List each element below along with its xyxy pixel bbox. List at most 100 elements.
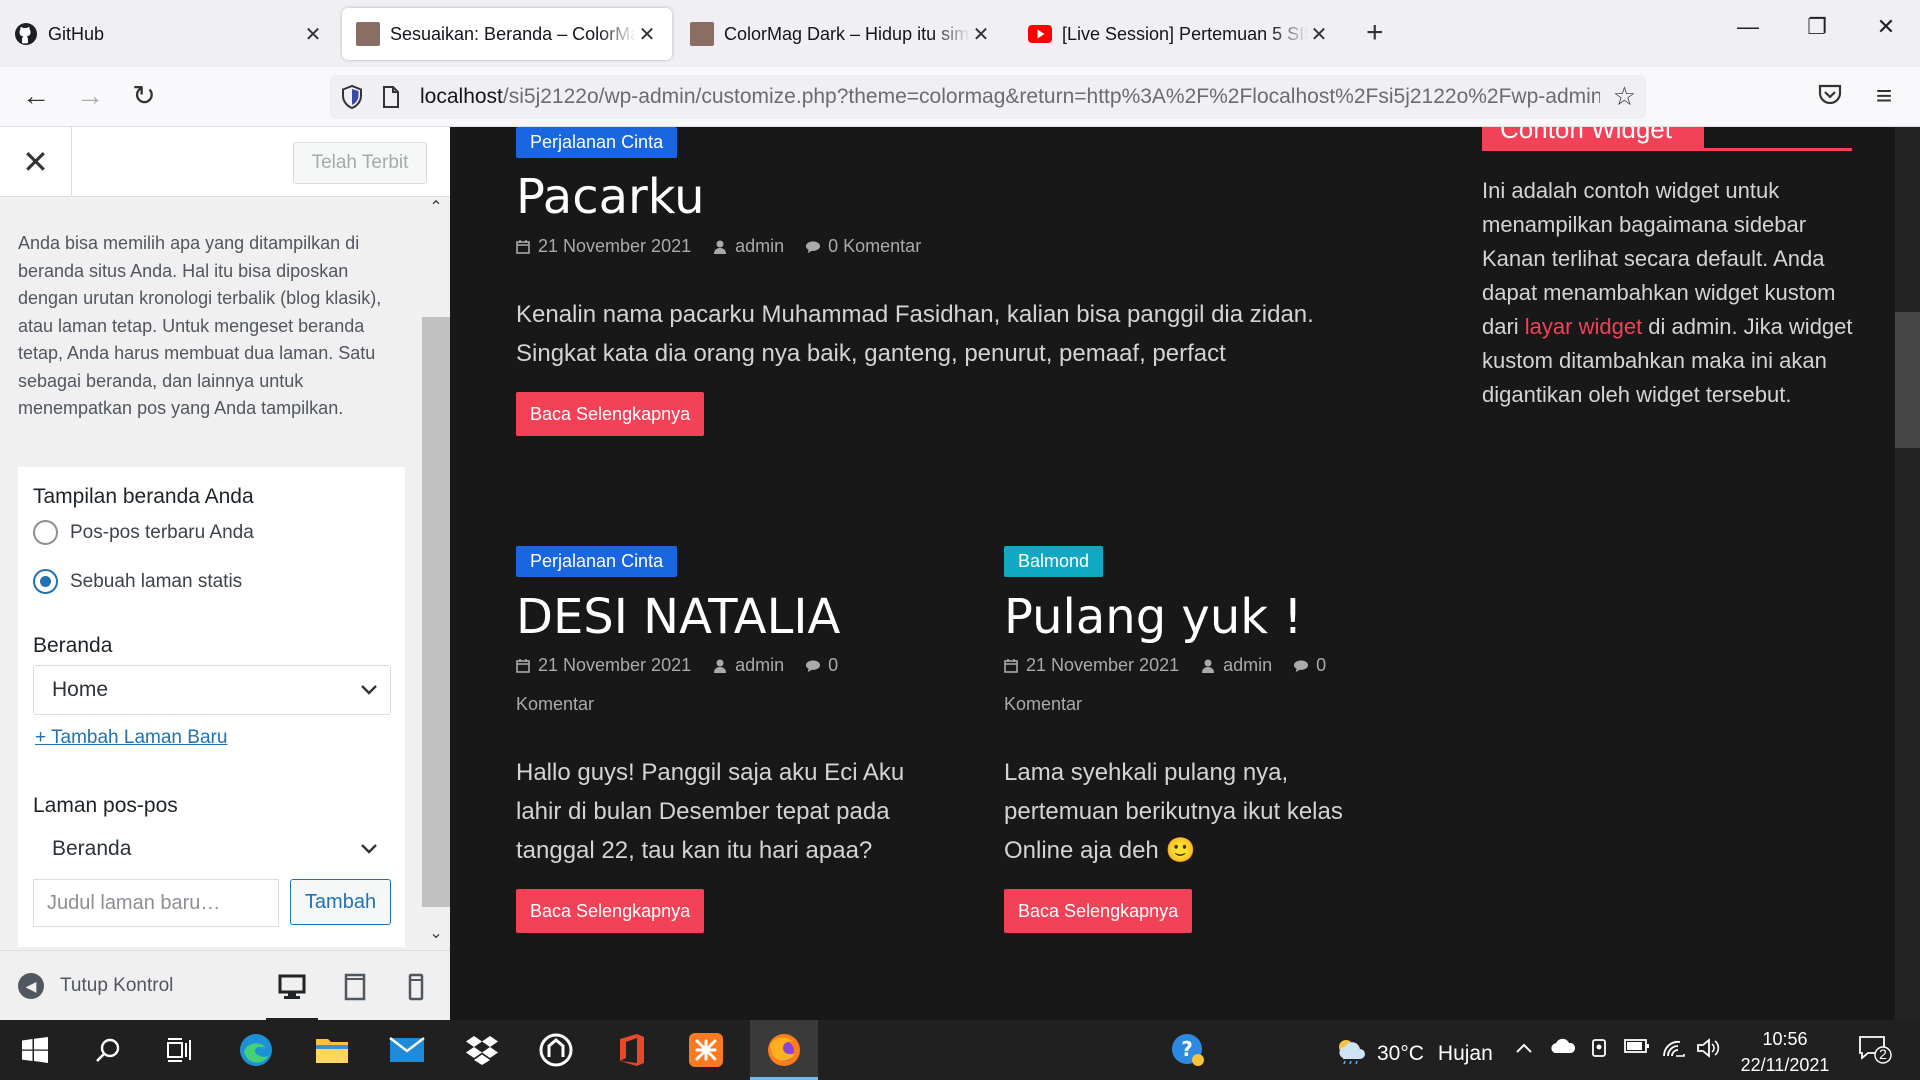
panel-scrollbar[interactable]: ⌃ ⌄ [422, 197, 450, 947]
meet-now-icon[interactable] [1590, 1038, 1610, 1065]
tab-title: GitHub [48, 23, 105, 44]
url-text: localhost/si5j2122o/wp-admin/customize.p… [420, 85, 1600, 108]
add-page-button[interactable]: Tambah [290, 879, 391, 925]
comment-icon [1294, 659, 1309, 673]
back-arrow-icon[interactable]: ← [18, 81, 54, 111]
post-meta: 21 November 2021 admin 0 Komentar [516, 236, 921, 257]
weather-widget[interactable]: 30°C Hujan [1335, 1038, 1493, 1070]
file-explorer-icon[interactable] [312, 1030, 352, 1070]
customizer-header: ✕ Telah Terbit [0, 127, 450, 197]
radio-checked-icon[interactable] [33, 569, 58, 594]
vpn-app-icon[interactable] [536, 1030, 576, 1070]
office-icon[interactable] [612, 1030, 652, 1070]
wifi-icon[interactable] [1662, 1038, 1686, 1063]
scrollbar-thumb[interactable] [1895, 312, 1920, 448]
minimize-icon[interactable]: — [1728, 14, 1768, 40]
address-bar[interactable]: localhost/si5j2122o/wp-admin/customize.p… [330, 75, 1646, 119]
tab-colormag-dark[interactable]: ColorMag Dark – Hidup itu simpel ✕ [676, 8, 1006, 60]
youtube-icon [1028, 22, 1052, 46]
reload-icon[interactable]: ↻ [126, 81, 162, 111]
posts-page-select[interactable]: Beranda [33, 824, 391, 874]
edge-browser-icon[interactable] [236, 1030, 276, 1070]
chevron-down-icon [360, 666, 378, 714]
new-tab-button[interactable]: + [1366, 18, 1384, 48]
browser-navbar: ← → ↻ localhost/si5j2122o/wp-admin/custo… [0, 67, 1920, 127]
post-meta: 21 November 2021 admin 0 [1004, 655, 1326, 676]
restore-icon[interactable]: ❐ [1797, 14, 1837, 40]
scrollbar-thumb[interactable] [422, 317, 450, 907]
comments-word[interactable]: Komentar [516, 694, 594, 715]
tab-title: Sesuaikan: Beranda – ColorMag [390, 23, 636, 44]
notification-icon[interactable]: 2 [1858, 1034, 1892, 1069]
svg-text:?: ? [1181, 1037, 1193, 1061]
add-new-page-link[interactable]: + Tambah Laman Baru [35, 727, 227, 749]
category-badge[interactable]: Perjalanan Cinta [516, 127, 678, 158]
battery-icon[interactable] [1624, 1038, 1650, 1059]
category-badge[interactable]: Perjalanan Cinta [516, 546, 678, 577]
homepage-settings-card: Tampilan beranda Anda Pos-pos terbaru An… [18, 467, 405, 947]
scroll-down-icon[interactable]: ⌄ [422, 923, 450, 943]
close-customizer-icon[interactable]: ✕ [0, 127, 72, 197]
customizer-footer: ◀ Tutup Kontrol [0, 950, 450, 1022]
menu-icon[interactable]: ≡ [1866, 81, 1902, 111]
tab-github[interactable]: GitHub ✕ [0, 8, 338, 60]
read-more-button[interactable]: Baca Selengkapnya [516, 889, 705, 933]
read-more-button[interactable]: Baca Selengkapnya [1004, 889, 1193, 933]
site-favicon-icon [690, 22, 714, 46]
comment-icon [806, 240, 821, 254]
page-icon[interactable] [382, 85, 400, 114]
site-preview[interactable]: Perjalanan Cinta Pacarku 21 November 202… [450, 127, 1895, 1020]
close-tab-icon[interactable]: ✕ [636, 22, 658, 47]
shield-icon[interactable] [340, 84, 364, 115]
speaker-icon[interactable] [1696, 1038, 1720, 1063]
help-icon[interactable]: ? [1168, 1030, 1208, 1070]
forward-arrow-icon[interactable]: → [72, 81, 108, 111]
display-heading: Tampilan beranda Anda [33, 485, 254, 508]
post-title[interactable]: DESI NATALIA [516, 589, 840, 645]
radio-static-page[interactable]: Sebuah laman statis [33, 569, 242, 594]
widget-screen-link[interactable]: layar widget [1525, 314, 1642, 339]
tab-customizer[interactable]: Sesuaikan: Beranda – ColorMag ✕ [342, 8, 672, 60]
system-clock[interactable]: 10:56 22/11/2021 [1735, 1026, 1835, 1078]
windows-taskbar: ? 30°C Hujan 10:56 22/11/2021 2 [0, 1020, 1920, 1080]
site-favicon-icon [356, 22, 380, 46]
start-windows-icon[interactable] [15, 1030, 55, 1070]
chevron-up-icon[interactable] [1515, 1038, 1533, 1059]
close-tab-icon[interactable]: ✕ [302, 22, 324, 47]
homepage-select[interactable]: Home [33, 665, 391, 715]
radio-latest-posts[interactable]: Pos-pos terbaru Anda [33, 520, 254, 545]
post-excerpt: Lama syehkali pulang nya, pertemuan beri… [1004, 759, 1343, 864]
widget-title-bar: Contoh Widget [1482, 127, 1852, 151]
mobile-preview-icon[interactable] [398, 969, 434, 1005]
firefox-icon[interactable] [764, 1030, 804, 1070]
onedrive-icon[interactable] [1550, 1038, 1576, 1059]
category-badge[interactable]: Balmond [1004, 546, 1104, 577]
new-page-title-input[interactable]: Judul laman baru… [33, 879, 279, 927]
hide-controls-button[interactable]: ◀ Tutup Kontrol [18, 973, 173, 999]
published-button[interactable]: Telah Terbit [293, 142, 427, 184]
post-title[interactable]: Pulang yuk ! [1004, 589, 1303, 645]
dropbox-icon[interactable] [462, 1030, 502, 1070]
tablet-preview-icon[interactable] [337, 969, 373, 1005]
preview-scrollbar[interactable] [1895, 127, 1920, 1020]
post-title[interactable]: Pacarku [516, 169, 704, 225]
scroll-up-icon[interactable]: ⌃ [422, 197, 450, 217]
calendar-icon [516, 658, 530, 673]
close-tab-icon[interactable]: ✕ [1308, 22, 1330, 47]
comments-word[interactable]: Komentar [1004, 694, 1082, 715]
search-icon[interactable] [88, 1030, 128, 1070]
bookmark-star-icon[interactable]: ☆ [1613, 83, 1636, 109]
close-window-icon[interactable]: ✕ [1866, 14, 1906, 40]
desktop-preview-icon[interactable] [266, 969, 318, 1022]
read-more-button[interactable]: Baca Selengkapnya [516, 392, 705, 436]
post-meta: 21 November 2021 admin 0 [516, 655, 838, 676]
xampp-icon[interactable] [686, 1030, 726, 1070]
post-excerpt: Hallo guys! Panggil saja aku Eci Aku lah… [516, 759, 905, 864]
close-tab-icon[interactable]: ✕ [970, 22, 992, 47]
pocket-icon[interactable] [1812, 81, 1848, 113]
tab-youtube-live[interactable]: [Live Session] Pertemuan 5 SI5J ✕ [1014, 8, 1344, 60]
task-view-icon[interactable] [160, 1030, 200, 1070]
mail-icon[interactable] [387, 1030, 427, 1070]
section-description: Anda bisa memilih apa yang ditampilkan d… [18, 233, 382, 418]
radio-unchecked-icon[interactable] [33, 520, 58, 545]
